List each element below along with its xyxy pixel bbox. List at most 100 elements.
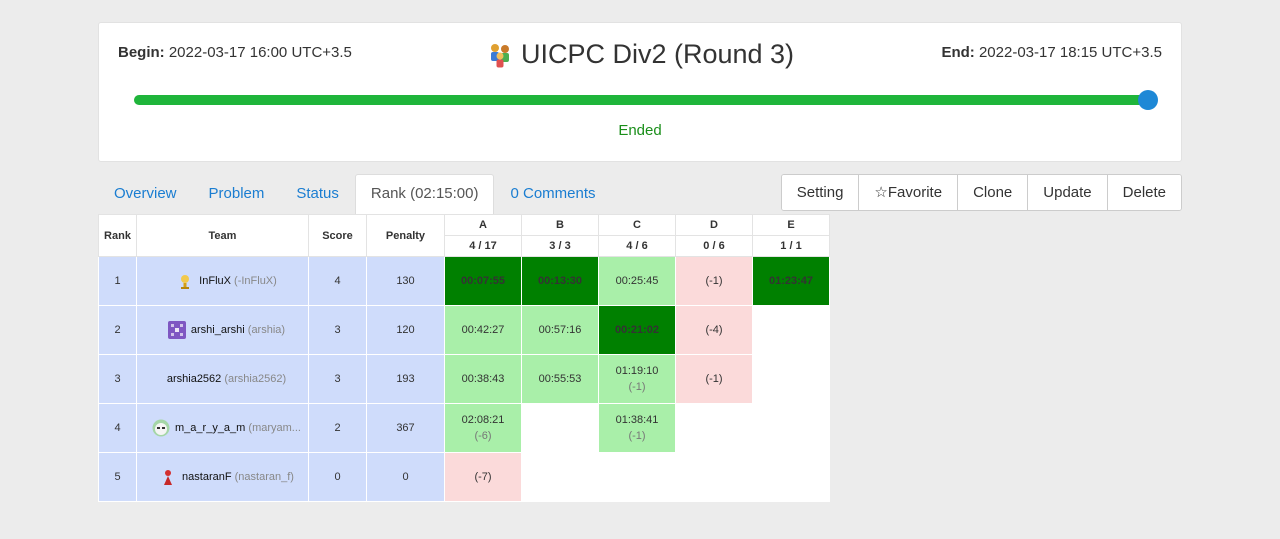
penalty-cell: 367 <box>366 403 445 453</box>
tab-status[interactable]: Status <box>280 174 355 214</box>
end-value: 2022-03-17 18:15 UTC+3.5 <box>978 44 1162 61</box>
pixel-avatar-icon <box>167 321 186 339</box>
problem-cell[interactable]: (-1) <box>675 354 753 404</box>
problem-cell[interactable]: 00:21:02 <box>598 305 676 355</box>
problem-e-header[interactable]: E <box>752 214 830 236</box>
problem-cell[interactable]: 00:55:53 <box>521 354 599 404</box>
score-cell: 3 <box>308 354 367 404</box>
cell-time: 00:42:27 <box>461 324 505 336</box>
delete-button[interactable]: Delete <box>1106 175 1181 210</box>
problem-b-header[interactable]: B <box>521 214 599 236</box>
cell-time: 00:25:45 <box>615 275 659 287</box>
cell-time: (-1) <box>705 373 723 385</box>
rank-cell: 2 <box>98 305 137 355</box>
team-header[interactable]: Team <box>136 214 309 257</box>
cell-time: 01:38:41 <box>615 414 659 426</box>
problem-cell[interactable]: 00:57:16 <box>521 305 599 355</box>
rank-cell: 3 <box>98 354 137 404</box>
progress-knob[interactable] <box>1138 90 1158 110</box>
cell-time: 02:08:21 <box>461 414 505 426</box>
table-row: 1 InFluX (-InFluX) 4 130 00:07:55 00:13:30 00:… <box>98 256 830 306</box>
problem-cell[interactable]: 01:23:47 <box>752 256 830 306</box>
team-name[interactable]: nastaranF <box>182 471 232 483</box>
rank-table-body: 1 InFluX (-InFluX) 4 130 00:07:55 00:13:30 00:… <box>98 256 830 502</box>
problem-e-count: 1 / 1 <box>752 235 830 257</box>
penalty-cell: 193 <box>366 354 445 404</box>
tab-comments[interactable]: 0 Comments <box>494 174 611 214</box>
team-cell[interactable]: InFluX (-InFluX) <box>136 256 309 306</box>
cell-attempts: (-1) <box>628 430 646 442</box>
end-time: End: 2022-03-17 18:15 UTC+3.5 <box>941 44 1162 61</box>
end-label: End: <box>941 44 975 61</box>
team-name[interactable]: arshi_arshi <box>191 324 245 336</box>
face-avatar-icon <box>152 419 170 437</box>
tab-overview[interactable]: Overview <box>98 174 193 214</box>
penalty-cell: 0 <box>366 452 445 502</box>
team-name[interactable]: m_a_r_y_a_m <box>175 422 245 434</box>
tab-problem[interactable]: Problem <box>193 174 281 214</box>
team-username: (arshia2562) <box>224 373 287 385</box>
problem-cell[interactable]: (-4) <box>675 305 753 355</box>
problem-cell <box>752 354 830 404</box>
score-header[interactable]: Score <box>308 214 367 257</box>
team-name[interactable]: InFluX <box>199 275 231 287</box>
update-button[interactable]: Update <box>1027 175 1107 210</box>
problem-cell[interactable]: 01:19:10 (-1) <box>598 354 676 404</box>
tab-rank[interactable]: Rank (02:15:00) <box>354 174 495 214</box>
contest-progress-bar <box>134 90 1158 110</box>
rank-header[interactable]: Rank <box>98 214 137 257</box>
setting-button[interactable]: Setting <box>781 175 859 210</box>
cell-attempts: (-1) <box>628 381 646 393</box>
problem-cell[interactable]: 01:38:41 (-1) <box>598 403 676 453</box>
penalty-header[interactable]: Penalty <box>366 214 445 257</box>
problem-cell[interactable]: 00:25:45 <box>598 256 676 306</box>
rank-table: Rank Team Score Penalty A B C D E 4 / 17… <box>98 214 830 502</box>
cell-time: 00:55:53 <box>538 373 582 385</box>
problem-cell <box>521 403 599 453</box>
problem-c-header[interactable]: C <box>598 214 676 236</box>
problem-cell[interactable]: 00:07:55 <box>444 256 522 306</box>
team-name[interactable]: arshia2562 <box>167 373 221 385</box>
team-username: (nastaran_f) <box>234 470 294 483</box>
cell-time: 00:21:02 <box>614 324 660 336</box>
favorite-button[interactable]: ☆Favorite <box>858 175 958 210</box>
problem-cell[interactable]: 00:13:30 <box>521 256 599 306</box>
clone-button[interactable]: Clone <box>957 175 1028 210</box>
table-row: 2 arshi_arshi (arshia) 3 120 00:42:27 00:57:1… <box>98 305 830 355</box>
cell-time: (-7) <box>474 471 492 483</box>
contest-title-text: UICPC Div2 (Round 3) <box>520 39 795 69</box>
problem-c-count: 4 / 6 <box>598 235 676 257</box>
problem-d-header[interactable]: D <box>675 214 753 236</box>
problem-d-count: 0 / 6 <box>675 235 753 257</box>
cell-time: 01:19:10 <box>615 365 659 377</box>
cell-time: 00:07:55 <box>460 275 506 287</box>
progress-fill <box>134 95 1148 105</box>
contest-actions: Setting ☆Favorite Clone Update Delete <box>780 174 1182 211</box>
contest-tabs: Overview Problem Status Rank (02:15:00) … <box>98 174 612 214</box>
problem-cell <box>752 452 830 502</box>
problem-cell[interactable]: (-1) <box>675 256 753 306</box>
team-people-icon <box>490 43 509 67</box>
red-figure-avatar-icon <box>159 468 177 486</box>
rank-cell: 5 <box>98 452 137 502</box>
contest-title: UICPC Div2 (Round 3) <box>486 39 794 70</box>
team-cell[interactable]: arshia2562 (arshia2562) <box>136 354 309 404</box>
problem-cell[interactable]: 00:42:27 <box>444 305 522 355</box>
problem-cell[interactable]: 00:38:43 <box>444 354 522 404</box>
team-cell[interactable]: arshi_arshi (arshia) <box>136 305 309 355</box>
cell-attempts: (-6) <box>474 430 492 442</box>
table-row: 3 arshia2562 (arshia2562) 3 193 00:38:43 00:5… <box>98 354 830 404</box>
team-username: (arshia) <box>247 323 286 336</box>
problem-cell[interactable]: (-7) <box>444 452 522 502</box>
team-cell[interactable]: nastaranF (nastaran_f) <box>136 452 309 502</box>
rank-cell: 1 <box>98 256 137 306</box>
cell-time: (-4) <box>705 324 723 336</box>
team-cell[interactable]: m_a_r_y_a_m (maryam... <box>136 403 309 453</box>
contest-header: Begin: 2022-03-17 16:00 UTC+3.5 UICPC Di… <box>98 22 1182 162</box>
problem-cell <box>752 403 830 453</box>
problem-a-header[interactable]: A <box>444 214 522 236</box>
contest-status: Ended <box>618 122 662 139</box>
score-cell: 4 <box>308 256 367 306</box>
team-username: (maryam... <box>248 421 301 434</box>
problem-cell[interactable]: 02:08:21 (-6) <box>444 403 522 453</box>
